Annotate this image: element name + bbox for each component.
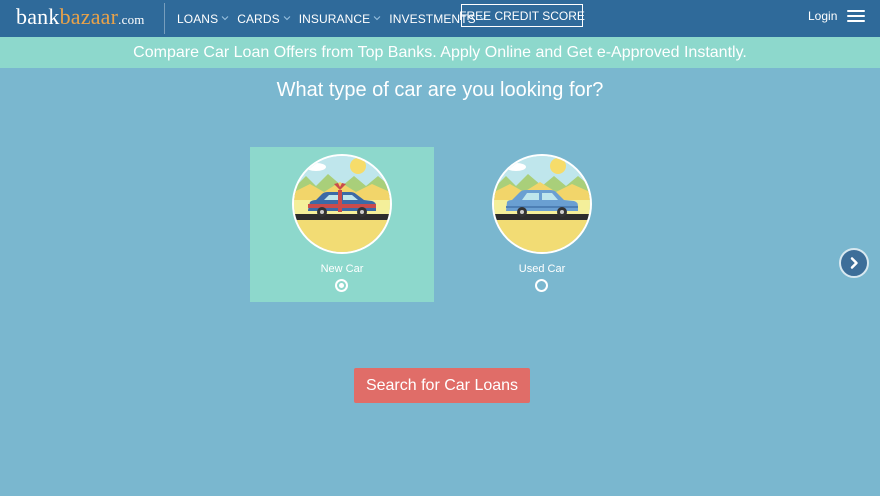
nav-item-cards[interactable]: CARDS [237, 12, 291, 26]
logo-text-bank: bank [16, 4, 60, 29]
login-link[interactable]: Login [808, 9, 837, 23]
top-navigation-bar: bankbazaar.com LOANS CARDS INSURANCE INV… [0, 0, 880, 37]
option-card-new-car[interactable]: New Car [250, 147, 434, 302]
chevron-down-icon [283, 15, 291, 20]
search-car-loans-button[interactable]: Search for Car Loans [354, 368, 530, 403]
logo-text-com: .com [118, 12, 145, 27]
nav-label-insurance: INSURANCE [298, 11, 371, 26]
option-label-used-car: Used Car [518, 263, 566, 275]
nav-label-cards: CARDS [237, 11, 280, 26]
logo-text-bazaar: bazaar [59, 4, 119, 29]
radio-used-car[interactable] [535, 279, 548, 292]
hamburger-menu-icon[interactable] [847, 10, 865, 23]
nav-item-loans[interactable]: LOANS [177, 12, 229, 26]
new-car-icon [292, 154, 392, 254]
option-label-new-car: New Car [320, 263, 364, 275]
promo-banner: Compare Car Loan Offers from Top Banks. … [0, 37, 880, 68]
car-type-question: What type of car are you looking for? [276, 79, 604, 101]
nav-label-loans: LOANS [177, 11, 219, 26]
used-car-icon [492, 154, 592, 254]
main-nav: LOANS CARDS INSURANCE INVESTMENTS [177, 0, 495, 37]
option-card-used-car[interactable]: Used Car [450, 147, 634, 302]
chevron-down-icon [221, 15, 229, 20]
free-credit-score-button[interactable]: FREE CREDIT SCORE [459, 4, 585, 27]
chevron-right-glyph [850, 257, 858, 269]
promo-banner-text: Compare Car Loan Offers from Top Banks. … [133, 43, 747, 61]
chevron-down-icon [373, 15, 381, 20]
chevron-right-icon[interactable] [839, 248, 869, 278]
header-divider [164, 3, 165, 34]
radio-new-car[interactable] [335, 279, 348, 292]
bankbazaar-logo[interactable]: bankbazaar.com [16, 4, 145, 33]
nav-item-insurance[interactable]: INSURANCE [299, 12, 382, 26]
